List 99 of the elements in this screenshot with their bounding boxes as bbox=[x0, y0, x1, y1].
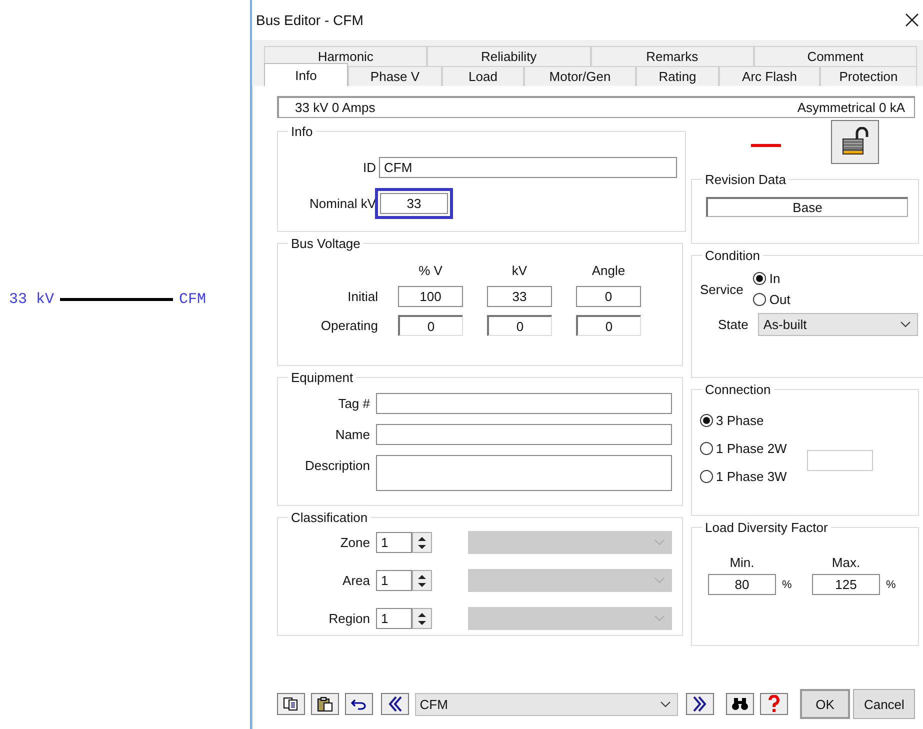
clipboard-icon bbox=[316, 696, 333, 712]
tab[interactable]: Comment bbox=[754, 46, 917, 66]
status-text: Asymmetrical 0 kA bbox=[797, 100, 905, 115]
undo-icon bbox=[350, 698, 367, 710]
cancel-button[interactable]: Cancel bbox=[852, 689, 915, 719]
column-header: kV bbox=[510, 263, 528, 278]
padlock-button[interactable] bbox=[831, 120, 879, 164]
state-dropdown[interactable]: As-built bbox=[758, 313, 918, 336]
voltage-field[interactable]: 33 bbox=[487, 286, 552, 307]
status-text: 33 kV 0 Amps bbox=[295, 100, 376, 115]
field-label: Area bbox=[342, 573, 371, 588]
unit-label: % bbox=[885, 578, 897, 590]
double-chevron-right-icon bbox=[693, 696, 708, 712]
field-label: Description bbox=[304, 457, 371, 473]
field-label: Zone bbox=[339, 535, 371, 550]
caret-icon bbox=[654, 539, 665, 546]
help-button[interactable] bbox=[760, 693, 788, 715]
binoculars-button[interactable] bbox=[726, 693, 754, 715]
field-label: Nominal kV bbox=[308, 196, 377, 211]
previous-button[interactable] bbox=[380, 693, 409, 715]
question-mark-icon bbox=[768, 695, 780, 713]
group-title: Info bbox=[290, 124, 314, 139]
voltage-field[interactable]: 0 bbox=[487, 315, 552, 336]
tab[interactable]: Remarks bbox=[590, 46, 754, 66]
group-title: Equipment bbox=[290, 370, 354, 385]
caret-icon bbox=[654, 577, 665, 584]
binoculars-icon bbox=[731, 697, 750, 711]
next-button[interactable] bbox=[686, 693, 714, 715]
description-field[interactable] bbox=[376, 455, 672, 491]
radio-option[interactable]: 3 Phase bbox=[700, 413, 787, 428]
voltage-field[interactable]: 0 bbox=[576, 286, 641, 307]
bus-voltage-label: 33 kV bbox=[9, 291, 54, 308]
field-label: State bbox=[718, 317, 748, 332]
tab[interactable]: Harmonic bbox=[264, 46, 428, 66]
spinner-arrows[interactable] bbox=[412, 532, 432, 553]
radio-option[interactable]: Out bbox=[753, 292, 790, 307]
spinner-arrows[interactable] bbox=[412, 608, 432, 629]
window-title: Bus Editor - CFM bbox=[256, 12, 364, 28]
id-field[interactable]: CFM bbox=[379, 157, 677, 178]
field-label: Name bbox=[334, 426, 371, 442]
radio-option[interactable]: 1 Phase 3W bbox=[700, 469, 787, 484]
bus-id-label: CFM bbox=[179, 291, 206, 308]
copy-button[interactable] bbox=[277, 693, 305, 715]
tab[interactable]: Load bbox=[442, 66, 524, 86]
caret-icon bbox=[660, 700, 672, 708]
column-header: Max. bbox=[830, 555, 862, 570]
group-title: Load Diversity Factor bbox=[704, 520, 829, 535]
number-field[interactable]: 1 bbox=[376, 570, 412, 591]
paste-button[interactable] bbox=[310, 693, 339, 715]
unit-label: % bbox=[781, 578, 793, 590]
column-header: % V bbox=[418, 263, 444, 278]
copy-icon bbox=[282, 697, 299, 711]
caret-icon bbox=[900, 321, 912, 328]
voltage-field[interactable]: 100 bbox=[398, 286, 463, 307]
voltage-field[interactable]: 0 bbox=[576, 315, 641, 336]
field-label: ID bbox=[362, 160, 377, 175]
group-title: Revision Data bbox=[704, 172, 787, 187]
bus-selector-dropdown[interactable]: CFM bbox=[414, 692, 678, 716]
spinner-arrows[interactable] bbox=[412, 570, 432, 591]
tab[interactable]: Arc Flash bbox=[719, 66, 820, 86]
column-header: Angle bbox=[590, 263, 626, 278]
double-chevron-left-icon bbox=[388, 696, 402, 712]
group-title: Connection bbox=[704, 382, 772, 397]
radio-option[interactable]: 1 Phase 2W bbox=[700, 441, 787, 456]
undo-button[interactable] bbox=[344, 693, 373, 715]
text-field[interactable] bbox=[806, 450, 873, 471]
text-field[interactable] bbox=[376, 393, 672, 414]
padlock-icon bbox=[840, 127, 870, 157]
row-label: Operating bbox=[320, 318, 378, 333]
tab[interactable]: Protection bbox=[820, 66, 917, 86]
tab[interactable]: Rating bbox=[636, 66, 719, 86]
line-mark bbox=[751, 144, 781, 147]
group-title: Condition bbox=[704, 248, 761, 263]
field-label: Service bbox=[700, 282, 744, 296]
ok-button[interactable]: OK bbox=[800, 689, 850, 719]
group-title: Bus Voltage bbox=[290, 236, 362, 251]
radio-option[interactable]: In bbox=[753, 271, 790, 286]
max-field[interactable]: 125 bbox=[812, 574, 880, 595]
caret-icon bbox=[654, 615, 665, 622]
nominal-kv-field[interactable]: 33 bbox=[375, 188, 453, 219]
number-field[interactable]: 1 bbox=[376, 532, 412, 553]
min-field[interactable]: 80 bbox=[708, 574, 776, 595]
spin-arrows-icon bbox=[418, 574, 426, 588]
tab[interactable]: Reliability bbox=[427, 46, 590, 66]
field-label: Tag # bbox=[337, 395, 371, 411]
close-icon[interactable] bbox=[905, 13, 919, 27]
tab[interactable]: Motor/Gen bbox=[524, 66, 636, 86]
number-field[interactable]: 1 bbox=[376, 608, 412, 629]
text-field[interactable] bbox=[376, 424, 672, 445]
spin-arrows-icon bbox=[418, 536, 426, 550]
spin-arrows-icon bbox=[418, 612, 426, 626]
field-label: Region bbox=[328, 611, 371, 626]
column-header: Min. bbox=[728, 555, 756, 570]
row-label: Initial bbox=[346, 289, 378, 304]
voltage-field[interactable]: 0 bbox=[398, 315, 463, 336]
revision-field: Base bbox=[706, 197, 908, 217]
tab[interactable]: Phase V bbox=[348, 66, 442, 86]
tab[interactable]: Info bbox=[264, 63, 348, 86]
group-title: Classification bbox=[290, 510, 369, 525]
